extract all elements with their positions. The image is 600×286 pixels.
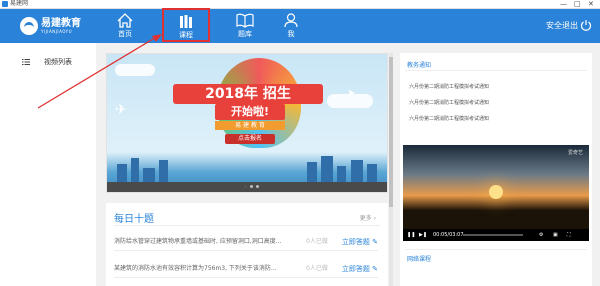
nav-me[interactable]: 我 [271,9,311,43]
minimize-button[interactable]: — [560,0,567,8]
main-content: ✈ ➤ 2018年 招生 开始啦! 易 建 教 育 点击报名 每日十题 更多 ›… [96,43,600,286]
fullscreen-icon[interactable]: ⛶ [567,229,571,241]
video-player[interactable]: 爱奇艺 ❚❚ ▶❚ 00:05/03:07 ⚙ ▣ ⛶ [403,145,589,241]
window-title: 易建网 [10,0,29,7]
main-scrollbar[interactable] [389,53,393,286]
app-icon [2,1,8,7]
promo-banner[interactable]: ✈ ➤ 2018年 招生 开始啦! 易 建 教 育 点击报名 [106,53,388,193]
video-time: 00:05/03:07 [433,232,464,238]
window-titlebar: 易建网 — □ ✕ [0,0,600,9]
video-brand-logo: 爱奇艺 [567,150,583,156]
video-controls: ❚❚ ▶❚ 00:05/03:07 ⚙ ▣ ⛶ [403,229,589,241]
sidebar-item-label: 视频列表 [44,58,72,66]
book-icon [236,13,254,28]
question-row: 消防给水管穿过建筑物承重墙或基础时, 应预留洞口,洞口高度... 0人已做 立即答… [114,233,378,251]
top-navbar: 易建教育 YIJIANJIAOYU 首页 课程 题库 我 安全退出 [0,8,600,43]
daily-ten-questions: 每日十题 更多 › 消防给水管穿过建筑物承重墙或基础时, 应预留洞口,洞口高度.… [106,203,388,286]
online-course-title: 网络课程 [407,256,432,263]
logo-icon [20,17,38,35]
safe-exit-label: 安全退出 [546,20,578,30]
question-row: 某建筑的消防水池有效容积计算为756m3, 下列关于该消防... 0人已做 立即答… [114,260,378,278]
daily-title: 每日十题 [114,214,154,225]
brand-name: 易建教育 [41,18,81,29]
cloud-decoration [115,64,155,76]
pause-icon[interactable]: ❚❚ [407,229,415,241]
nav-home[interactable]: 首页 [105,9,145,43]
video-progress-bar[interactable] [463,234,523,236]
banner-headline: 2018年 招生 [173,84,323,104]
notice-item[interactable]: 六月份第二期消防工程模拟考试通知 [409,99,579,106]
user-icon [284,13,298,28]
paper-plane-icon: ➤ [347,88,356,99]
airplane-icon: ✈ [115,102,127,118]
question-text[interactable]: 某建筑的消防水池有效容积计算为756m3, 下列关于该消防... [114,260,304,277]
answer-now-button[interactable]: 立即答题 ✎ [342,260,378,277]
pip-icon[interactable]: ▣ [553,229,558,241]
sidebar-item-video-list[interactable]: 视频列表 [22,57,72,67]
notice-item[interactable]: 六月份第二期消防工程模拟考试通知 [409,115,579,122]
nav-course-label: 课程 [179,31,193,39]
brand-name-en: YIJIANJIAOYU [41,29,73,34]
answer-count: 0人已做 [306,265,328,272]
power-icon [580,20,592,31]
course-icon [180,15,192,28]
settings-icon[interactable]: ⚙ [539,229,543,241]
answer-count: 0人已做 [306,238,328,245]
nav-me-label: 我 [287,30,295,38]
close-button[interactable]: ✕ [588,0,594,8]
brand-logo[interactable]: 易建教育 YIJIANJIAOYU [20,14,81,38]
list-icon [22,59,30,65]
banner-subline: 开始啦! [215,104,285,120]
maximize-button[interactable]: □ [574,0,581,8]
nav-course[interactable]: 课程 [162,8,210,42]
notice-title: 教务通知 [407,62,432,69]
banner-brand: 易 建 教 育 [215,121,285,130]
nav-question-bank[interactable]: 题库 [225,9,265,43]
next-icon[interactable]: ▶❚ [419,229,427,241]
nav-home-label: 首页 [118,30,132,38]
safe-exit-button[interactable]: 安全退出 [546,19,592,31]
sidebar: 视频列表 [0,43,96,286]
carousel-dots[interactable] [244,185,259,188]
notice-item[interactable]: 六月份第二期消防工程模拟考试通知 [409,83,579,90]
right-panel: 教务通知 六月份第二期消防工程模拟考试通知 六月份第二期消防工程模拟考试通知 六… [400,53,592,286]
home-icon [117,13,133,28]
question-text[interactable]: 消防给水管穿过建筑物承重墙或基础时, 应预留洞口,洞口高度... [114,233,304,250]
nav-question-bank-label: 题库 [238,30,252,38]
answer-now-button[interactable]: 立即答题 ✎ [342,233,378,250]
register-button[interactable]: 点击报名 [225,134,275,144]
more-link[interactable]: 更多 › [360,213,376,222]
